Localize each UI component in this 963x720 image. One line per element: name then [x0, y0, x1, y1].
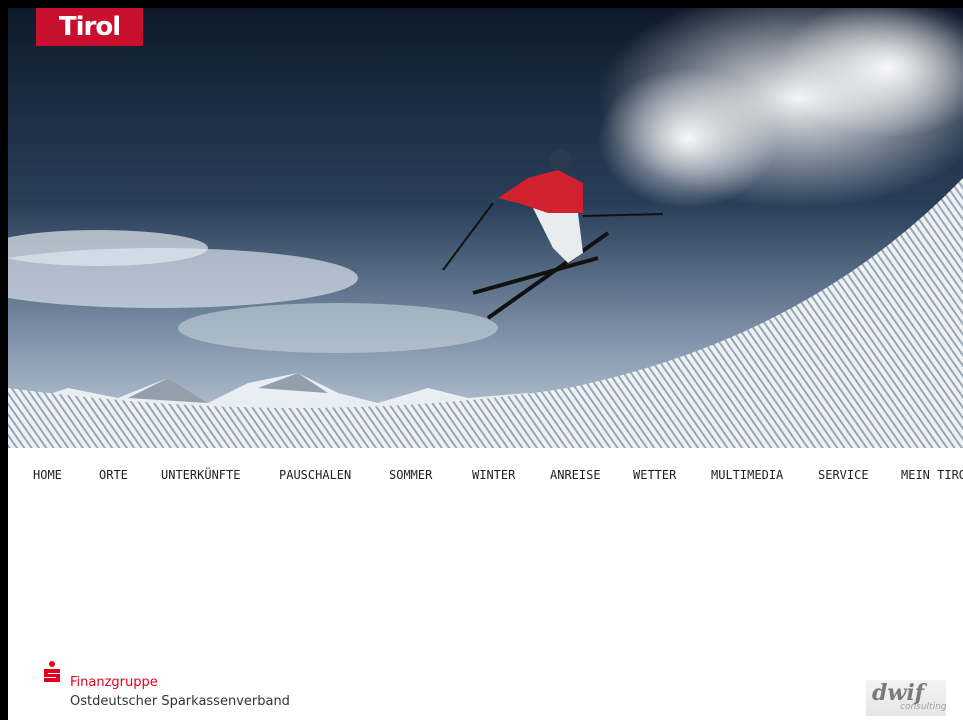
- window-frame-top: [0, 0, 963, 8]
- window-frame-left: [0, 0, 8, 720]
- nav-item-wetter[interactable]: WETTER: [633, 468, 676, 482]
- nav-item-sommer[interactable]: SOMMER: [389, 468, 432, 482]
- nav-item-anreise[interactable]: ANREISE: [550, 468, 601, 482]
- nav-item-orte[interactable]: ORTE: [99, 468, 128, 482]
- nav-item-unterkuenfte[interactable]: UNTERKÜNFTE: [161, 468, 240, 482]
- tirol-logo[interactable]: Tirol: [36, 8, 143, 46]
- nav-item-multimedia[interactable]: MULTIMEDIA: [711, 468, 783, 482]
- hero-banner: [8, 8, 963, 448]
- nav-item-pauschalen[interactable]: PAUSCHALEN: [279, 468, 351, 482]
- nav-item-mein-tirol[interactable]: MEIN TIROL: [901, 468, 963, 482]
- nav-item-service[interactable]: SERVICE: [818, 468, 869, 482]
- nav-item-winter[interactable]: WINTER: [472, 468, 515, 482]
- skier-hero-image: [8, 8, 963, 448]
- finanzgruppe-label: Finanzgruppe: [70, 675, 158, 690]
- dwif-logo[interactable]: dwif consulting: [866, 680, 947, 716]
- nav-item-home[interactable]: HOME: [33, 468, 62, 482]
- sparkasse-s-icon: [44, 661, 60, 682]
- verband-label: Ostdeutscher Sparkassenverband: [70, 694, 290, 709]
- dwif-logo-subtext: consulting: [900, 702, 947, 712]
- main-navigation: HOME ORTE UNTERKÜNFTE PAUSCHALEN SOMMER …: [0, 448, 963, 502]
